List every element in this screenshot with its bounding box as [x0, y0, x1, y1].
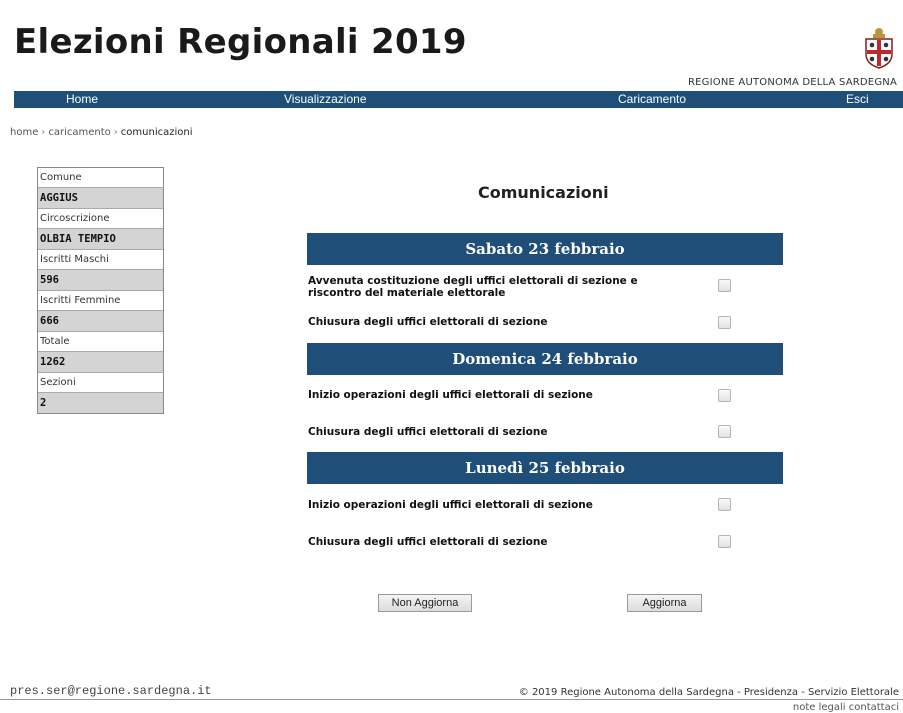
aggiorna-button[interactable]: Aggiorna: [627, 594, 702, 612]
top-navbar: Home Visualizzazione Caricamento Esci: [14, 91, 903, 108]
communication-label: Chiusura degli uffici elettorali di sezi…: [308, 426, 548, 438]
iscritti-femmine-value: 666: [38, 311, 163, 332]
section-info-panel: Comune AGGIUS Circoscrizione OLBIA TEMPI…: [37, 167, 164, 414]
breadcrumb: home › caricamento › comunicazioni: [10, 127, 192, 138]
nav-home[interactable]: Home: [66, 92, 98, 106]
communication-checkbox[interactable]: [718, 316, 731, 329]
comune-value: AGGIUS: [38, 188, 163, 209]
iscritti-maschi-label: Iscritti Maschi: [38, 250, 163, 270]
breadcrumb-separator: ›: [41, 127, 46, 138]
day-header-lunedi: Lunedì 25 febbraio: [307, 452, 783, 484]
breadcrumb-separator: ›: [113, 127, 118, 138]
communication-label: Avvenuta costituzione degli uffici elett…: [308, 275, 638, 299]
communication-label: Inizio operazioni degli uffici elettoral…: [308, 499, 593, 511]
totale-label: Totale: [38, 332, 163, 352]
circoscrizione-value: OLBIA TEMPIO: [38, 229, 163, 250]
iscritti-femmine-label: Iscritti Femmine: [38, 291, 163, 311]
app-title: Elezioni Regionali 2019: [14, 22, 467, 62]
circoscrizione-label: Circoscrizione: [38, 209, 163, 229]
breadcrumb-current: comunicazioni: [120, 127, 193, 138]
communication-checkbox[interactable]: [718, 498, 731, 511]
communication-checkbox[interactable]: [718, 279, 731, 292]
breadcrumb-home[interactable]: home: [10, 127, 38, 138]
footer-links[interactable]: note legali contattaci: [793, 702, 899, 713]
footer-email[interactable]: pres.ser@regione.sardegna.it: [10, 684, 212, 698]
communication-label: Inizio operazioni degli uffici elettoral…: [308, 389, 593, 401]
breadcrumb-caricamento[interactable]: caricamento: [48, 127, 110, 138]
day-header-domenica: Domenica 24 febbraio: [307, 343, 783, 375]
sezioni-value: 2: [38, 393, 163, 413]
communication-checkbox[interactable]: [718, 425, 731, 438]
nav-esci[interactable]: Esci: [846, 92, 869, 106]
communication-label: Chiusura degli uffici elettorali di sezi…: [308, 316, 548, 328]
page-title: Comunicazioni: [478, 183, 609, 202]
totale-value: 1262: [38, 352, 163, 373]
communication-checkbox[interactable]: [718, 389, 731, 402]
nav-caricamento[interactable]: Caricamento: [618, 92, 686, 106]
footer-copyright: © 2019 Regione Autonoma della Sardegna -…: [518, 687, 899, 698]
regione-sardegna-crest-icon: [865, 28, 893, 69]
footer-divider: [0, 699, 903, 700]
nav-visualizzazione[interactable]: Visualizzazione: [284, 92, 367, 106]
region-label: REGIONE AUTONOMA DELLA SARDEGNA: [688, 77, 897, 88]
non-aggiorna-button[interactable]: Non Aggiorna: [378, 594, 472, 612]
communication-label: Chiusura degli uffici elettorali di sezi…: [308, 536, 548, 548]
iscritti-maschi-value: 596: [38, 270, 163, 291]
communication-checkbox[interactable]: [718, 535, 731, 548]
comune-label: Comune: [38, 168, 163, 188]
day-header-sabato: Sabato 23 febbraio: [307, 233, 783, 265]
sezioni-label: Sezioni: [38, 373, 163, 393]
